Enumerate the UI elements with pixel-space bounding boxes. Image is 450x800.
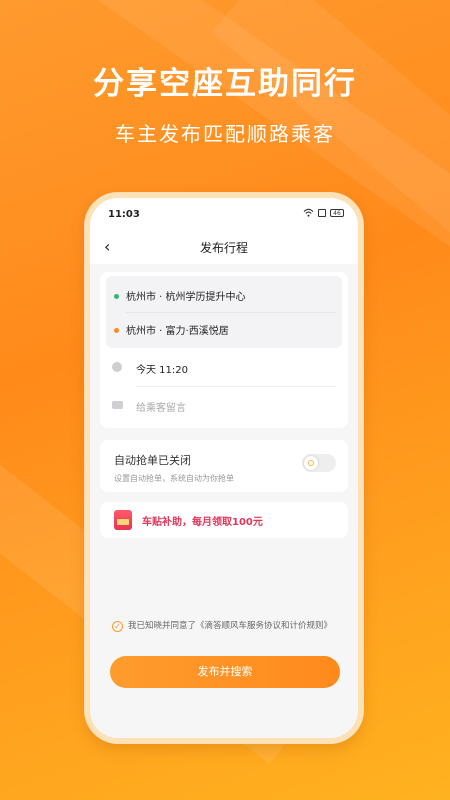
phone-screen: 11:03 46 ‹ 发布行程 杭州市 · 杭州学历提升中心 杭州市 · 富力·… xyxy=(90,198,358,738)
status-bar: 11:03 46 xyxy=(90,198,358,230)
wifi-icon xyxy=(303,208,314,217)
destination-dot-icon xyxy=(114,328,119,333)
route-divider xyxy=(126,312,336,313)
wallet-icon xyxy=(114,510,132,530)
hero-title: 分享空座互助同行 xyxy=(93,66,357,102)
destination-row[interactable]: 杭州市 · 富力·西溪悦居 xyxy=(114,314,334,346)
message-placeholder: 给乘客留言 xyxy=(136,403,186,414)
page-title: 发布行程 xyxy=(199,241,248,255)
origin-text: 杭州市 · 杭州学历提升中心 xyxy=(126,292,246,303)
status-time: 11:03 xyxy=(108,209,140,220)
auto-grab-card: 自动抢单已关闭 设置自动抢单，系统自动为你抢单 xyxy=(100,440,348,492)
auto-grab-title: 自动抢单已关闭 xyxy=(114,454,191,467)
nav-bar: ‹ 发布行程 xyxy=(90,230,358,264)
auto-grab-toggle[interactable] xyxy=(302,454,336,472)
subsidy-banner[interactable]: 车贴补助，每月领取100元 xyxy=(100,502,348,538)
signal-icon xyxy=(318,208,326,217)
publish-search-button[interactable]: 发布并搜索 xyxy=(110,656,340,688)
subsidy-text: 车贴补助，每月领取100元 xyxy=(142,517,263,528)
auto-grab-description: 设置自动抢单，系统自动为你抢单 xyxy=(114,474,234,483)
hero-subtitle: 车主发布匹配顺路乘客 xyxy=(115,122,335,146)
origin-row[interactable]: 杭州市 · 杭州学历提升中心 xyxy=(114,280,334,312)
destination-text: 杭州市 · 富力·西溪悦居 xyxy=(126,326,229,337)
departure-time-row[interactable]: 今天 11:20 xyxy=(110,352,336,384)
phone-frame: 11:03 46 ‹ 发布行程 杭州市 · 杭州学历提升中心 杭州市 · 富力·… xyxy=(84,192,364,744)
agreement-checkbox[interactable]: ✓ xyxy=(112,621,123,632)
origin-dot-icon xyxy=(114,294,119,299)
route-box: 杭州市 · 杭州学历提升中心 杭州市 · 富力·西溪悦居 xyxy=(106,276,342,348)
departure-time: 今天 11:20 xyxy=(136,365,188,376)
clock-icon xyxy=(112,362,122,372)
toggle-knob xyxy=(304,456,318,470)
battery-icon: 46 xyxy=(330,208,344,217)
agreement-text[interactable]: 我已知晓并同意了《滴答顺风车服务协议和计价规则》 xyxy=(128,620,342,633)
message-icon xyxy=(112,401,123,409)
status-icons: 46 xyxy=(303,208,344,217)
info-divider xyxy=(136,386,336,387)
message-row[interactable]: 给乘客留言 xyxy=(110,390,336,422)
trip-card: 杭州市 · 杭州学历提升中心 杭州市 · 富力·西溪悦居 今天 11:20 给乘… xyxy=(100,272,348,428)
